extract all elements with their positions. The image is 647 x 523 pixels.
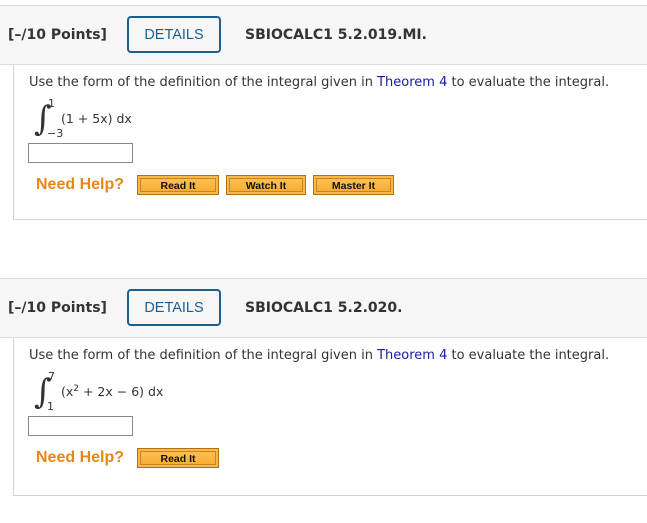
question-1: [–/10 Points] DETAILS SBIOCALC1 5.2.019.… [0, 5, 647, 220]
question-code: SBIOCALC1 5.2.019.MI. [245, 27, 427, 43]
need-help-label: Need Help? [36, 176, 125, 193]
question-body: Use the form of the definition of the in… [13, 338, 647, 496]
question-body: Use the form of the definition of the in… [13, 65, 647, 220]
lower-limit: −3 [47, 127, 64, 140]
read-it-button[interactable]: Read It [137, 175, 220, 195]
answer-input[interactable] [28, 416, 133, 436]
question-2: [–/10 Points] DETAILS SBIOCALC1 5.2.020.… [0, 278, 647, 496]
prompt-text-end: to evaluate the integral. [447, 348, 610, 363]
master-it-button[interactable]: Master It [313, 175, 395, 195]
integrand: (x2 + 2x − 6) dx [61, 384, 163, 399]
upper-limit: 7 [48, 370, 55, 383]
details-button[interactable]: DETAILS [127, 289, 221, 326]
prompt-text: Use the form of the definition of the in… [29, 75, 378, 90]
integrand-rest: + 2x − 6) dx [79, 384, 164, 400]
need-help-label: Need Help? [36, 449, 125, 466]
need-help-row: Need Help? Read It [36, 448, 226, 468]
points-label: [–/10 Points] [8, 300, 107, 316]
theorem-link[interactable]: Theorem 4 [377, 348, 447, 363]
question-code: SBIOCALC1 5.2.020. [245, 300, 403, 316]
points-label: [–/10 Points] [8, 27, 107, 43]
question-header: [–/10 Points] DETAILS SBIOCALC1 5.2.019.… [0, 5, 647, 65]
integral-expression: ∫ 1 −3 (1 + 5x) dx [34, 97, 334, 145]
details-button[interactable]: DETAILS [127, 16, 221, 53]
integral-expression: ∫ 7 1 (x2 + 2x − 6) dx [34, 370, 334, 418]
read-it-button[interactable]: Read It [137, 448, 220, 468]
question-header: [–/10 Points] DETAILS SBIOCALC1 5.2.020. [0, 278, 647, 338]
prompt-text: Use the form of the definition of the in… [29, 348, 378, 363]
integrand: (1 + 5x) dx [61, 111, 132, 126]
need-help-row: Need Help? Read It Watch It Master It [36, 175, 401, 195]
watch-it-button[interactable]: Watch It [226, 175, 307, 195]
answer-input[interactable] [28, 143, 133, 163]
theorem-link[interactable]: Theorem 4 [377, 75, 447, 90]
question-prompt: Use the form of the definition of the in… [29, 348, 609, 363]
upper-limit: 1 [48, 97, 55, 110]
lower-limit: 1 [47, 400, 54, 413]
prompt-text-end: to evaluate the integral. [447, 75, 610, 90]
question-prompt: Use the form of the definition of the in… [29, 75, 609, 90]
integrand-base: (x [61, 384, 74, 400]
